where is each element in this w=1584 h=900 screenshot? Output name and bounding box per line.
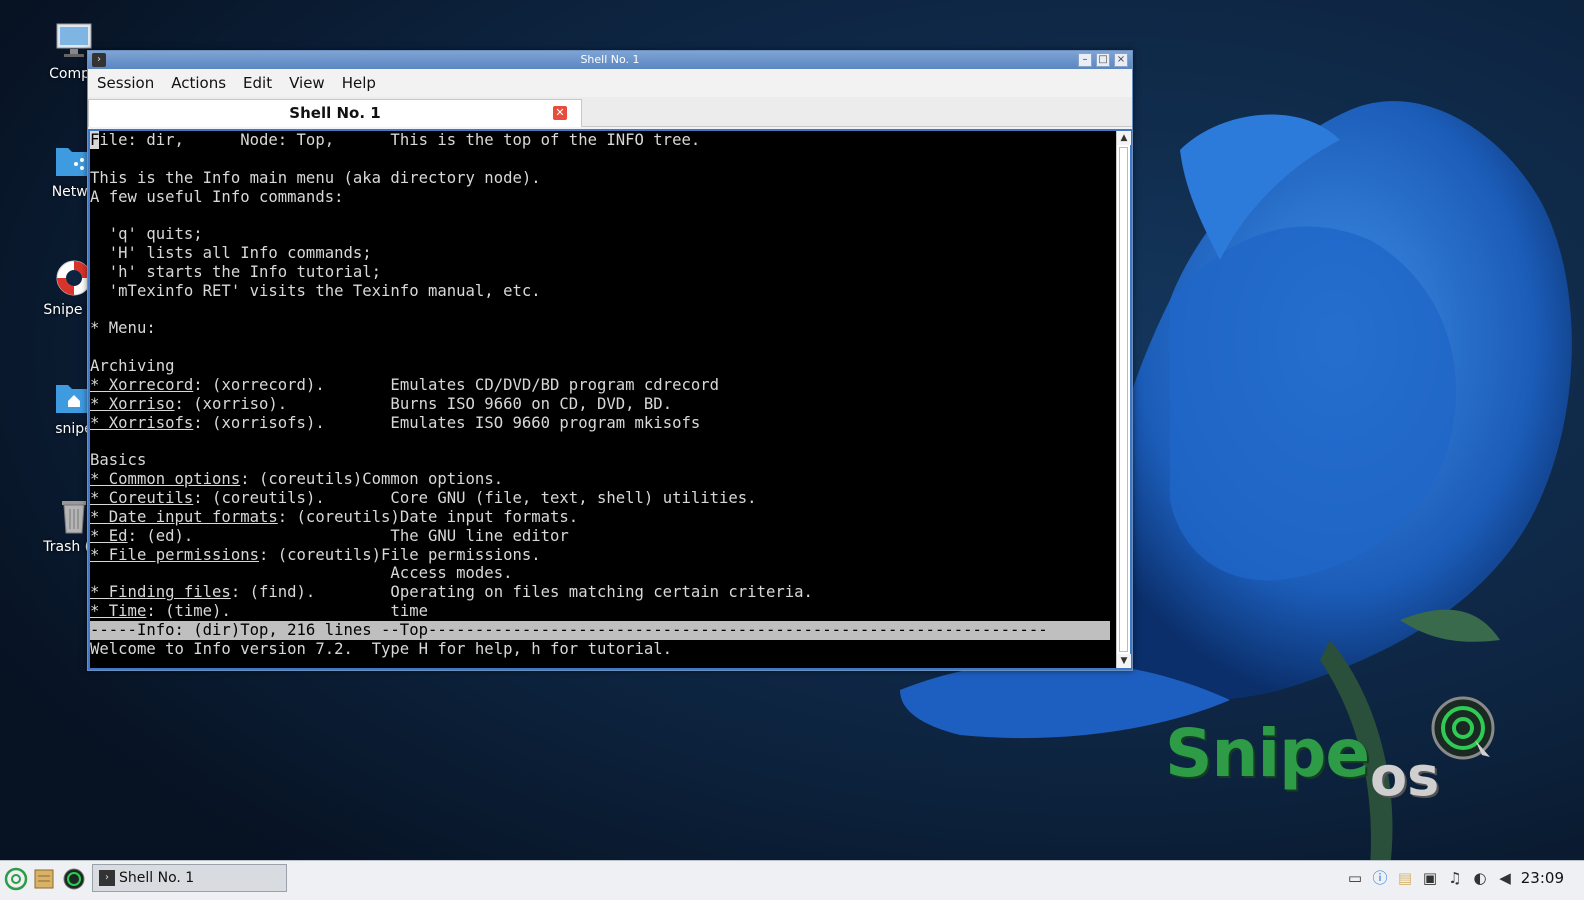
menu-edit[interactable]: Edit (243, 74, 272, 92)
taskbar-clock[interactable]: 23:09 (1521, 869, 1564, 887)
konsole-window[interactable]: › Shell No. 1 – □ × Session Actions Edit… (87, 50, 1133, 671)
logo-suffix: os (1370, 745, 1440, 808)
logo-text: Snipe (1165, 715, 1370, 792)
window-title: Shell No. 1 (580, 53, 640, 66)
tab-shell-1[interactable]: Shell No. 1 ✕ (88, 99, 582, 127)
terminal-line: Access modes. (90, 564, 513, 583)
terminal-scrollbar[interactable]: ▲ ▼ (1116, 131, 1131, 668)
file-manager-icon[interactable] (32, 867, 56, 891)
terminal-area[interactable]: File: dir, Node: Top, This is the top of… (88, 129, 1132, 670)
terminal-line: 'H' lists all Info commands; (90, 244, 372, 263)
network-tray-icon[interactable]: ▣ (1421, 869, 1439, 887)
info-mode-line: -----Info: (dir)Top, 216 lines --Top----… (90, 620, 1110, 640)
terminal-line: 'h' starts the Info tutorial; (90, 262, 382, 281)
menu-session[interactable]: Session (97, 74, 154, 92)
info-tray-icon[interactable]: ⓘ (1371, 869, 1389, 887)
terminal-line: * Common options: (coreutils)Common opti… (90, 470, 504, 489)
terminal-line: A few useful Info commands: (90, 187, 344, 206)
menu-bar: Session Actions Edit View Help (88, 69, 1132, 97)
menu-view[interactable]: View (289, 74, 325, 92)
taskbar: › Shell No. 1 ▭ ⓘ ▤ ▣ ♫ ◐ ◀ 23:09 (0, 860, 1584, 900)
display-tray-icon[interactable]: ▭ (1346, 869, 1364, 887)
terminal-line: This is the Info main menu (aka director… (90, 168, 541, 187)
tab-close-icon[interactable]: ✕ (553, 106, 567, 120)
terminal-line: 'q' quits; (90, 225, 203, 244)
menu-actions[interactable]: Actions (171, 74, 226, 92)
taskbar-task-shell[interactable]: › Shell No. 1 (92, 864, 287, 892)
tab-label: Shell No. 1 (289, 104, 381, 122)
start-menu-icon[interactable] (4, 867, 28, 891)
browser-icon[interactable] (62, 867, 86, 891)
terminal-line: * Time: (time). time (90, 602, 428, 621)
volume-icon[interactable]: ◀ (1496, 869, 1514, 887)
terminal-line: * Finding files: (find). Operating on fi… (90, 583, 813, 602)
terminal-output[interactable]: File: dir, Node: Top, This is the top of… (90, 131, 1116, 668)
update-tray-icon[interactable]: ◐ (1471, 869, 1489, 887)
scrollbar-thumb[interactable] (1119, 147, 1128, 652)
terminal-line: * Menu: (90, 319, 156, 338)
terminal-line: * Xorrisofs: (xorrisofs). Emulates ISO 9… (90, 413, 701, 432)
info-echo-line: Welcome to Info version 7.2. Type H for … (90, 639, 673, 658)
maximize-button[interactable]: □ (1096, 53, 1110, 67)
notification-bell-icon[interactable]: ♫ (1446, 869, 1464, 887)
minimize-button[interactable]: – (1078, 53, 1092, 67)
scroll-down-arrow-icon[interactable]: ▼ (1117, 654, 1131, 668)
terminal-line: * Coreutils: (coreutils). Core GNU (file… (90, 489, 757, 508)
terminal-line: * File permissions: (coreutils)File perm… (90, 545, 541, 564)
clipboard-tray-icon[interactable]: ▤ (1396, 869, 1414, 887)
terminal-line: Archiving (90, 357, 175, 376)
terminal-line: File: dir, Node: Top, This is the top of… (90, 131, 701, 149)
terminal-line: Basics (90, 451, 147, 470)
terminal-line: * Date input formats: (coreutils)Date in… (90, 507, 579, 526)
terminal-line: * Xorriso: (xorriso). Burns ISO 9660 on … (90, 394, 673, 413)
terminal-task-icon: › (99, 870, 115, 886)
menu-help[interactable]: Help (342, 74, 376, 92)
terminal-line: * Xorrecord: (xorrecord). Emulates CD/DV… (90, 375, 720, 394)
tab-bar: Shell No. 1 ✕ (88, 97, 1132, 127)
close-button[interactable]: × (1114, 53, 1128, 67)
scroll-up-arrow-icon[interactable]: ▲ (1117, 131, 1131, 145)
terminal-line: * Ed: (ed). The GNU line editor (90, 526, 569, 545)
task-label: Shell No. 1 (119, 870, 195, 886)
window-titlebar[interactable]: › Shell No. 1 – □ × (88, 51, 1132, 69)
snipeos-logo: Snipe os (1165, 695, 1505, 815)
terminal-line: 'mTexinfo RET' visits the Texinfo manual… (90, 281, 541, 300)
logo-badge-icon (1430, 695, 1496, 761)
